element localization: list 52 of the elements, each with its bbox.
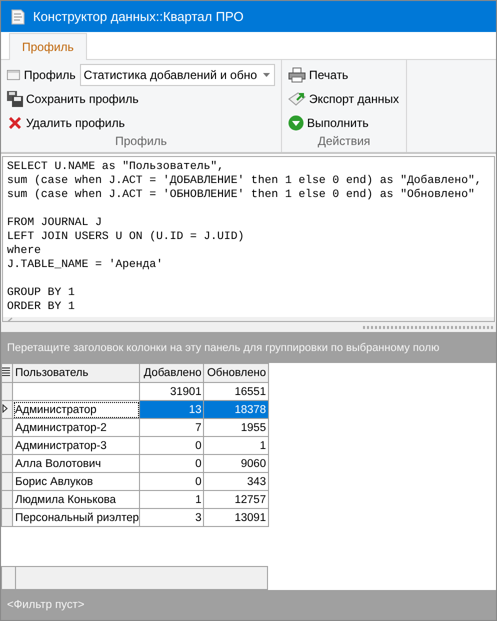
filter-status: <Фильтр пуст> — [7, 599, 84, 611]
table-cell: 1955 — [204, 418, 268, 436]
table-cell: 343 — [204, 472, 268, 490]
profile-label: Профиль — [24, 68, 76, 82]
ribbon-tab[interactable]: Профиль — [9, 33, 87, 60]
window-icon — [7, 68, 20, 82]
column-header[interactable]: Добавлено — [140, 364, 204, 382]
table-cell: Людмила Конькова — [12, 490, 140, 508]
table-cell: 0 — [140, 472, 204, 490]
table-cell: Алла Волотович — [12, 454, 140, 472]
table-cell: 0 — [140, 454, 204, 472]
table-cell: 9060 — [204, 454, 268, 472]
table-cell: 0 — [140, 436, 204, 454]
table-cell: 3 — [140, 508, 204, 526]
sql-query-text: SELECT U.NAME as "Пользователь", sum (case when J.ACT = 'ДОБАВЛЕНИЕ' then 1 else 0 end) as "Добавлено", sum (case when J.ACT = 'ОБНОВЛЕНИЕ' then 1 else 0 end) as "Обновлено" FROM JOURNAL J LEFT JOIN USERS U ON (U.ID = J.UID) where J.TABLE_NAME = 'Аренда' GROUP BY 1 ORDER BY 1 — [6, 160, 483, 315]
group-panel-hint: Перетащите заголовок колонки на эту панель для группировки по выбранному полю — [7, 342, 440, 354]
caret-icon[interactable] — [263, 72, 270, 76]
list-icon[interactable] — [2, 366, 10, 376]
delete-icon — [7, 114, 23, 130]
ribbon-button[interactable]: Выполнить — [288, 114, 369, 130]
printer-icon — [288, 66, 306, 82]
column-chooser-cell[interactable] — [2, 364, 13, 382]
column-header[interactable]: Пользователь — [12, 364, 140, 382]
dropdown-value: Статистика добавлений и обно — [84, 68, 257, 82]
window-title: Конструктор данных::Квартал ПРО — [33, 9, 244, 24]
table-cell: Администратор — [12, 400, 140, 418]
table-cell: 12757 — [204, 490, 268, 508]
floppy-disks-icon — [7, 90, 23, 106]
table-cell: 7 — [140, 418, 204, 436]
group-label: Профиль — [114, 134, 168, 150]
table-cell: 1 — [140, 490, 204, 508]
ribbon-button[interactable]: Удалить профиль — [7, 114, 125, 130]
table-cell: Борис Авлуков — [12, 472, 140, 490]
table-cell: 1 — [204, 436, 268, 454]
table-cell: 13 — [140, 400, 204, 418]
table-cell: 13091 — [204, 508, 268, 526]
table-cell: 18378 — [204, 400, 268, 418]
column-header[interactable]: Обновлено — [204, 364, 268, 382]
profile-dropdown[interactable]: Статистика добавлений и обно — [80, 64, 275, 86]
current-row-icon — [2, 404, 8, 412]
run-icon — [288, 114, 304, 130]
group-label: Действия — [316, 134, 372, 150]
ribbon-button[interactable]: Сохранить профиль — [7, 90, 139, 106]
row-indicator[interactable] — [2, 400, 13, 418]
table-cell: Персональный риэлтер — [12, 508, 140, 526]
export-icon — [288, 90, 306, 106]
ribbon-button[interactable]: Экспорт данных — [288, 90, 399, 106]
table-cell: Администратор-3 — [12, 436, 140, 454]
splitter-grip-icon[interactable] — [363, 326, 493, 328]
document-icon — [11, 8, 25, 24]
table-cell: Администратор-2 — [12, 418, 140, 436]
ribbon-button[interactable]: Печать — [288, 66, 348, 82]
